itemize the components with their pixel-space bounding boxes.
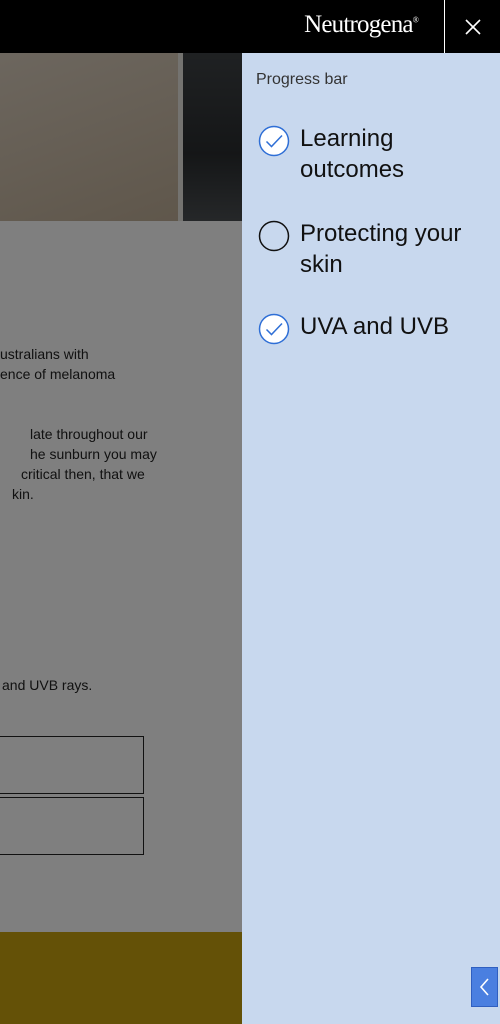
top-header: Neutrogena®	[0, 0, 500, 53]
collapse-panel-button[interactable]	[471, 967, 498, 1007]
progress-step-learning-outcomes[interactable]: Learning outcomes	[258, 123, 490, 185]
page-dim-overlay[interactable]	[0, 53, 242, 1024]
step-label: UVA and UVB	[300, 313, 449, 340]
step-label: Learning outcomes	[300, 125, 405, 183]
step-label: Protecting your skin	[300, 220, 462, 278]
close-button[interactable]	[444, 0, 500, 53]
brand-logo[interactable]: Neutrogena®	[304, 11, 419, 39]
panel-title: Progress bar	[256, 71, 348, 88]
progress-step-protecting-your-skin[interactable]: Protecting your skin	[258, 218, 490, 280]
chevron-left-icon	[479, 978, 489, 996]
brand-name: Neutrogena	[304, 11, 413, 38]
progress-step-uva-and-uvb[interactable]: UVA and UVB	[258, 311, 490, 345]
check-circle-icon	[258, 125, 290, 157]
progress-panel: Progress bar Learning outcomes Protectin…	[242, 53, 500, 1024]
check-circle-icon	[258, 313, 290, 345]
brand-mark: ®	[412, 15, 419, 25]
close-icon	[464, 18, 481, 35]
empty-circle-icon	[258, 220, 290, 252]
